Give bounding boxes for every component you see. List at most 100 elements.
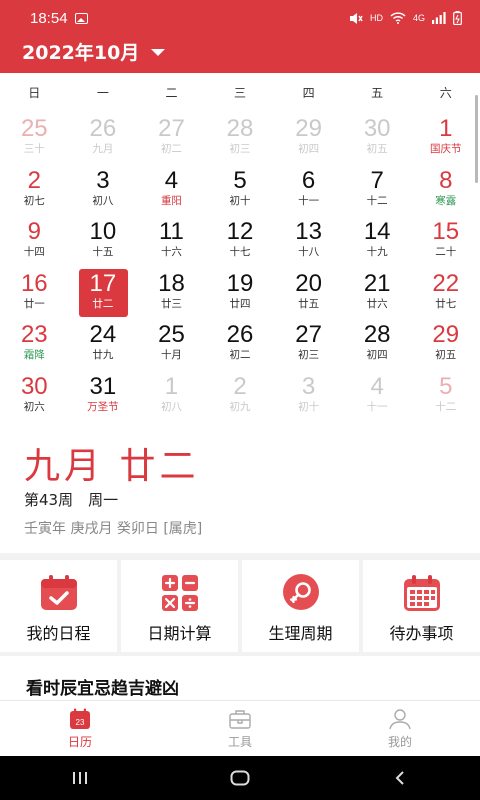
- tool-my-schedule[interactable]: 我的日程: [0, 560, 117, 652]
- calendar-day[interactable]: 3 初十: [274, 371, 343, 423]
- lunar-day-label: 初十: [298, 400, 320, 413]
- day-number: 23: [20, 321, 48, 348]
- calendar-day[interactable]: 3 初八: [69, 165, 138, 217]
- calendar-day[interactable]: 2 初七: [0, 165, 69, 217]
- calendar-day[interactable]: 4 重阳: [137, 165, 206, 217]
- calendar-day[interactable]: 23 霜降: [0, 319, 69, 371]
- calendar-day[interactable]: 29 初四: [274, 113, 343, 165]
- lunar-day-label: 初七: [23, 194, 45, 207]
- battery-icon: [453, 11, 462, 25]
- calendar-day[interactable]: 11 十六: [137, 216, 206, 268]
- calendar-day[interactable]: 10 十五: [69, 216, 138, 268]
- lunar-day-label: 初二: [229, 349, 251, 361]
- lunar-day-label: 廿二: [92, 297, 114, 310]
- status-icons: HD 4G: [349, 11, 462, 25]
- lunar-day-label: 初三: [298, 349, 320, 361]
- tool-label: 日期计算: [147, 624, 212, 643]
- calendar-grid-icon: [403, 575, 440, 611]
- calendar-day[interactable]: 5 十二: [411, 371, 480, 423]
- calendar-day[interactable]: 14 十九: [343, 216, 412, 268]
- calendar-day[interactable]: 31 万圣节: [69, 371, 138, 423]
- calendar-icon: 23: [70, 708, 90, 729]
- calendar-day[interactable]: 5 初十: [206, 165, 275, 217]
- tab-label: 工具: [227, 735, 252, 749]
- calendar-day[interactable]: 26 初二: [206, 319, 275, 371]
- lunar-day-label: 九月: [92, 143, 114, 155]
- calendar-week-row: 16 廿一 17 廿二 18 廿三 19 廿四 20 廿五 21 廿六 22 廿七: [0, 268, 480, 320]
- lunar-day-label: 十六: [160, 246, 182, 258]
- day-number: 9: [27, 218, 41, 245]
- tab-mine[interactable]: 我的: [320, 701, 480, 756]
- calendar-day[interactable]: 25 三十: [0, 113, 69, 165]
- day-number: 1: [439, 115, 453, 142]
- lunar-day-label: 廿一: [23, 297, 45, 310]
- calendar-week-row: 25 三十 26 九月 27 初二 28 初三 29 初四 30 初五 1 国庆节: [0, 113, 480, 165]
- calendar-day[interactable]: 21 廿六: [343, 268, 412, 320]
- day-number: 27: [158, 115, 185, 142]
- calendar-day[interactable]: 30 初五: [343, 113, 412, 165]
- lunar-day-label: 廿七: [435, 297, 457, 310]
- calendar-day[interactable]: 9 十四: [0, 216, 69, 268]
- day-number: 8: [439, 166, 453, 194]
- day-number: 7: [370, 166, 384, 194]
- tool-period-cycle[interactable]: 生理周期: [242, 560, 359, 652]
- day-number: 30: [20, 372, 48, 400]
- calendar-day[interactable]: 26 九月: [69, 113, 138, 165]
- calendar-day[interactable]: 8 寒露: [411, 165, 480, 217]
- day-number: 5: [439, 372, 453, 400]
- month-selector[interactable]: 2022年10月: [22, 38, 166, 65]
- lunar-day-label: 二十: [435, 246, 457, 258]
- calendar-day-selected[interactable]: 17 廿二: [69, 268, 138, 320]
- calendar-day[interactable]: 6 十一: [274, 165, 343, 217]
- tool-date-calc[interactable]: 日期计算: [121, 560, 238, 652]
- network-hd-label: HD: [369, 13, 383, 23]
- tab-tools[interactable]: 工具: [160, 701, 320, 756]
- calendar-day[interactable]: 27 初二: [137, 113, 206, 165]
- lunar-day-label: 十一: [366, 400, 388, 413]
- calendar-day[interactable]: 29 初五: [411, 319, 480, 371]
- recents-icon: [73, 772, 87, 784]
- calendar-day[interactable]: 7 十二: [343, 165, 412, 217]
- hour-almanac-section[interactable]: 看时辰宜忌趋吉避凶: [0, 656, 480, 700]
- calendar-day[interactable]: 15 二十: [411, 216, 480, 268]
- lunar-day-label: 初九: [229, 400, 251, 413]
- tool-label: 生理周期: [268, 624, 333, 643]
- day-number: 25: [158, 321, 185, 348]
- day-number: 17: [89, 269, 117, 297]
- lunar-day-label: 十五: [92, 246, 114, 258]
- back-button[interactable]: [380, 763, 420, 793]
- month-title: 2022年10月: [22, 42, 140, 64]
- calendar-day[interactable]: 1 国庆节: [411, 113, 480, 165]
- day-number: 22: [432, 269, 460, 297]
- recents-button[interactable]: [60, 763, 100, 793]
- lunar-day-label: 廿三: [160, 297, 182, 310]
- app-root: 18:54 HD 4G 2022年10月 日 一 二 三 四 五 六 25 三十…: [0, 0, 480, 800]
- calendar-day[interactable]: 16 廿一: [0, 268, 69, 320]
- home-button[interactable]: [220, 763, 260, 793]
- lunar-day-label: 十九: [366, 246, 388, 258]
- calendar-day[interactable]: 28 初三: [206, 113, 275, 165]
- tab-calendar[interactable]: 23 日历: [0, 701, 160, 756]
- calendar-day[interactable]: 30 初六: [0, 371, 69, 423]
- calendar-day[interactable]: 13 十八: [274, 216, 343, 268]
- calendar-day[interactable]: 22 廿七: [411, 268, 480, 320]
- day-number: 3: [96, 166, 110, 194]
- calendar-day[interactable]: 24 廿九: [69, 319, 138, 371]
- calendar-day[interactable]: 28 初四: [343, 319, 412, 371]
- calendar-day[interactable]: 19 廿四: [206, 268, 275, 320]
- system-nav-bar: [0, 756, 480, 800]
- day-number: 20: [295, 269, 322, 297]
- calendar-day[interactable]: 2 初九: [206, 371, 275, 423]
- calendar-day[interactable]: 18 廿三: [137, 268, 206, 320]
- lunar-day-label: 廿五: [298, 297, 320, 310]
- calendar-day[interactable]: 1 初八: [137, 371, 206, 423]
- calendar-day[interactable]: 20 廿五: [274, 268, 343, 320]
- calendar-day[interactable]: 12 十七: [206, 216, 275, 268]
- calendar-week-row: 9 十四 10 十五 11 十六 12 十七 13 十八 14 十九 15 二十: [0, 216, 480, 268]
- lunar-day-label: 霜降: [23, 349, 45, 361]
- calendar-grid: 25 三十 26 九月 27 初二 28 初三 29 初四 30 初五 1 国庆节 2 初七 3 初八 4 重阳 5 初十…: [0, 113, 480, 422]
- calendar-day[interactable]: 25 十月: [137, 319, 206, 371]
- calendar-day[interactable]: 4 十一: [343, 371, 412, 423]
- calendar-day[interactable]: 27 初三: [274, 319, 343, 371]
- tool-todo[interactable]: 待办事项: [363, 560, 480, 652]
